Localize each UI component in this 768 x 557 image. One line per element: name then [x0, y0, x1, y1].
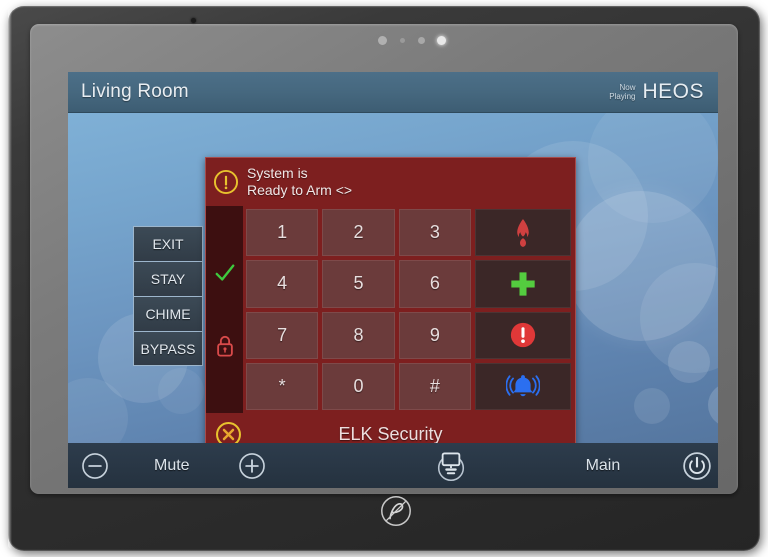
- flame-icon: [517, 218, 529, 247]
- security-status-line2: Ready to Arm <>: [247, 182, 353, 198]
- security-panel-footer: ELK Security: [206, 413, 575, 447]
- key-hash-label: #: [429, 375, 440, 396]
- numeric-keypad: 1 2 3 4 5 6 7 8 9 * 0 #: [243, 206, 475, 413]
- stay-button-label: STAY: [150, 271, 186, 287]
- header-right-group[interactable]: Now Playing HEOS: [609, 80, 704, 104]
- status-led-2: [400, 38, 405, 43]
- key-9-label: 9: [429, 324, 440, 345]
- keypad-area: 1 2 3 4 5 6 7 8 9 * 0 #: [243, 206, 575, 413]
- key-2-label: 2: [353, 222, 364, 243]
- key-8-label: 8: [353, 324, 364, 345]
- minus-circle-icon[interactable]: [81, 452, 109, 480]
- security-status-text: System is Ready to Arm <>: [247, 165, 352, 199]
- exit-button[interactable]: EXIT: [133, 226, 203, 261]
- medical-cross-icon: [511, 272, 535, 296]
- arm-mode-button-group: EXIT STAY CHIME BYPASS: [133, 226, 203, 366]
- bypass-button-label: BYPASS: [140, 340, 196, 357]
- security-status-header: System is Ready to Arm <>: [206, 158, 575, 206]
- chime-button-label: CHIME: [145, 306, 191, 322]
- emergency-button-column: [475, 206, 575, 413]
- monitor-icon[interactable]: [434, 449, 468, 483]
- touchscreen-device: Living Room Now Playing HEOS EXIT STAY C…: [8, 6, 760, 551]
- page-title: Living Room: [81, 81, 189, 102]
- key-0-label: 0: [353, 375, 364, 396]
- key-7[interactable]: 7: [246, 311, 319, 359]
- heos-source-label[interactable]: HEOS: [642, 80, 704, 104]
- control4-logo: [381, 496, 411, 526]
- police-alarm-button[interactable]: [475, 311, 571, 359]
- key-7-label: 7: [277, 324, 288, 345]
- key-2[interactable]: 2: [322, 209, 395, 257]
- key-0[interactable]: 0: [322, 362, 395, 410]
- armed-lock-icon: [216, 335, 233, 357]
- bokeh-circle: [158, 368, 204, 414]
- key-hash[interactable]: #: [398, 362, 471, 410]
- warning-exclamation-icon: [213, 169, 239, 195]
- alert-exclamation-icon: [510, 322, 536, 348]
- key-9[interactable]: 9: [398, 311, 471, 359]
- key-3[interactable]: 3: [398, 209, 471, 257]
- key-star-label: *: [278, 375, 286, 396]
- key-1-label: 1: [277, 222, 288, 243]
- fire-alarm-button[interactable]: [475, 209, 571, 257]
- security-panel-name: ELK Security: [338, 423, 443, 444]
- camera-icon: [191, 18, 196, 23]
- stay-button[interactable]: STAY: [133, 261, 203, 296]
- key-5-label: 5: [353, 273, 364, 294]
- now-playing-label: Now Playing: [609, 83, 635, 101]
- key-4-label: 4: [277, 273, 288, 294]
- key-star[interactable]: *: [246, 362, 319, 410]
- exit-button-label: EXIT: [152, 236, 184, 252]
- status-led-1: [378, 36, 387, 45]
- status-led-3: [418, 37, 425, 44]
- panic-alarm-button[interactable]: [475, 362, 571, 410]
- ready-check-icon: [215, 264, 234, 281]
- now-playing-line1: Now: [619, 83, 636, 92]
- bokeh-circle: [668, 341, 710, 383]
- bokeh-circle: [634, 388, 670, 424]
- screen: Living Room Now Playing HEOS EXIT STAY C…: [68, 72, 718, 488]
- key-8[interactable]: 8: [322, 311, 395, 359]
- chime-button[interactable]: CHIME: [133, 296, 203, 331]
- bottom-toolbar: Mute Main: [68, 443, 718, 488]
- ringing-bell-icon: [506, 375, 540, 397]
- status-led-4: [437, 36, 446, 45]
- bokeh-circle: [708, 383, 718, 427]
- medical-alarm-button[interactable]: [475, 260, 571, 308]
- power-icon[interactable]: [682, 451, 712, 481]
- key-6[interactable]: 6: [398, 260, 471, 308]
- key-1[interactable]: 1: [246, 209, 319, 257]
- key-3-label: 3: [429, 222, 440, 243]
- key-6-label: 6: [429, 273, 440, 294]
- bypass-button[interactable]: BYPASS: [133, 331, 203, 366]
- now-playing-line2: Playing: [609, 92, 636, 101]
- security-status-line1: System is: [247, 165, 308, 181]
- security-indicator-sidebar: [206, 206, 243, 413]
- mute-button[interactable]: Mute: [154, 457, 190, 475]
- main-room-button[interactable]: Main: [586, 457, 621, 475]
- security-panel: System is Ready to Arm <> 1 2 3 4 5 6 7 …: [205, 157, 576, 447]
- wallpaper: EXIT STAY CHIME BYPASS System is Ready t…: [68, 113, 718, 447]
- security-panel-body: 1 2 3 4 5 6 7 8 9 * 0 #: [206, 206, 575, 413]
- key-5[interactable]: 5: [322, 260, 395, 308]
- key-4[interactable]: 4: [246, 260, 319, 308]
- plus-circle-icon[interactable]: [238, 452, 266, 480]
- header-bar: Living Room Now Playing HEOS: [68, 72, 718, 113]
